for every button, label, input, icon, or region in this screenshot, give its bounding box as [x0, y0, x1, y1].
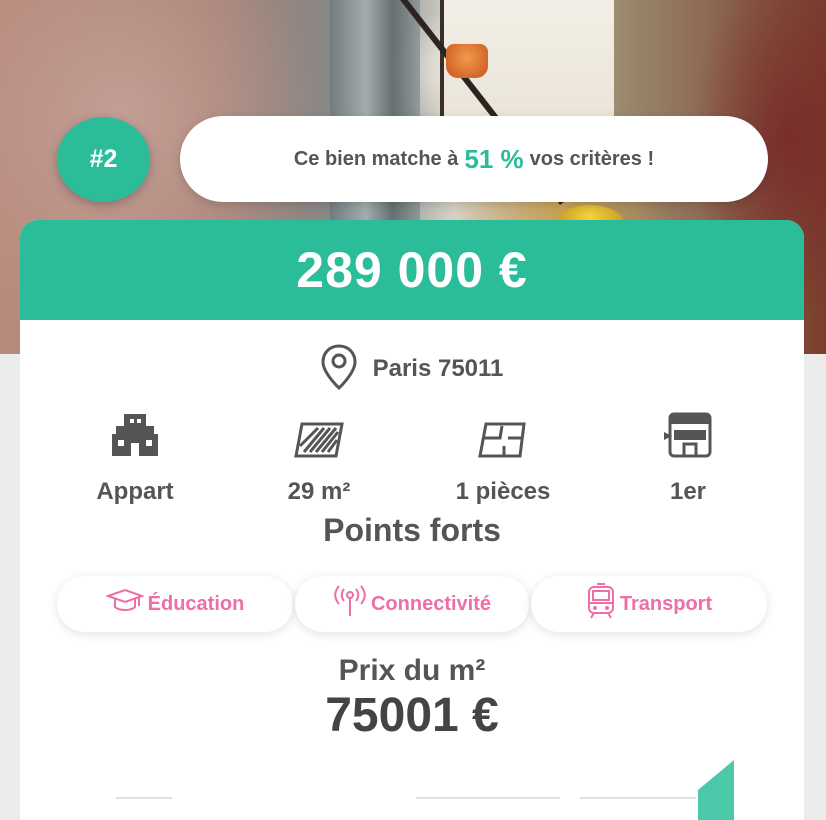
match-banner: Ce bien matche à 51 % vos critères !: [180, 116, 768, 202]
strength-label-education: Éducation: [147, 592, 245, 615]
strength-label-transport: Transport: [619, 592, 713, 615]
location-row: Paris 75011: [20, 344, 804, 394]
chart-area-fill: [698, 760, 734, 820]
feature-type: Appart: [45, 408, 225, 506]
feature-surface: 29 m²: [229, 408, 409, 506]
price-per-m2-label: Prix du m²: [338, 654, 486, 687]
photo-candle: [446, 44, 488, 78]
match-percent: 51 %: [464, 143, 524, 174]
floor-level-icon: [598, 408, 778, 458]
rank-badge: #2: [57, 117, 150, 202]
match-suffix: vos critères !: [529, 147, 655, 170]
feature-type-value: Appart: [96, 478, 174, 505]
strengths-title: Points forts: [323, 512, 501, 548]
location-pin-icon: [321, 344, 357, 394]
feature-surface-value: 29 m²: [287, 478, 351, 505]
price-bar: 289 000 €: [20, 220, 804, 320]
building-icon: [45, 408, 225, 458]
feature-rooms-value: 1 pièces: [455, 478, 551, 505]
match-prefix: Ce bien matche à: [293, 147, 459, 170]
floorplan-icon: [413, 408, 593, 458]
strength-label-connectivity: Connectivité: [370, 592, 492, 615]
feature-floor-value: 1er: [669, 478, 707, 505]
price-per-m2-value: 75001 €: [325, 689, 499, 742]
tram-icon: [586, 583, 616, 625]
location-label: Paris 75011: [372, 355, 504, 382]
rank-label: #2: [89, 145, 118, 173]
surface-icon: [229, 408, 409, 458]
features-row: Appart 29 m² 1 pièces 1er: [20, 408, 804, 508]
strength-chip-connectivity[interactable]: Connectivité: [295, 576, 529, 632]
feature-rooms: 1 pièces: [413, 408, 593, 506]
strength-chip-education[interactable]: Éducation: [57, 576, 293, 632]
listing-card: 289 000 € Paris 75011 Appart 29 m² 1 piè…: [20, 220, 804, 820]
antenna-icon: [333, 585, 367, 623]
graduation-cap-icon: [104, 588, 145, 620]
price-chart-peek: [116, 760, 734, 820]
price-value: 289 000 €: [296, 242, 528, 298]
feature-floor: 1er: [598, 408, 778, 506]
strength-chip-transport[interactable]: Transport: [531, 576, 767, 632]
